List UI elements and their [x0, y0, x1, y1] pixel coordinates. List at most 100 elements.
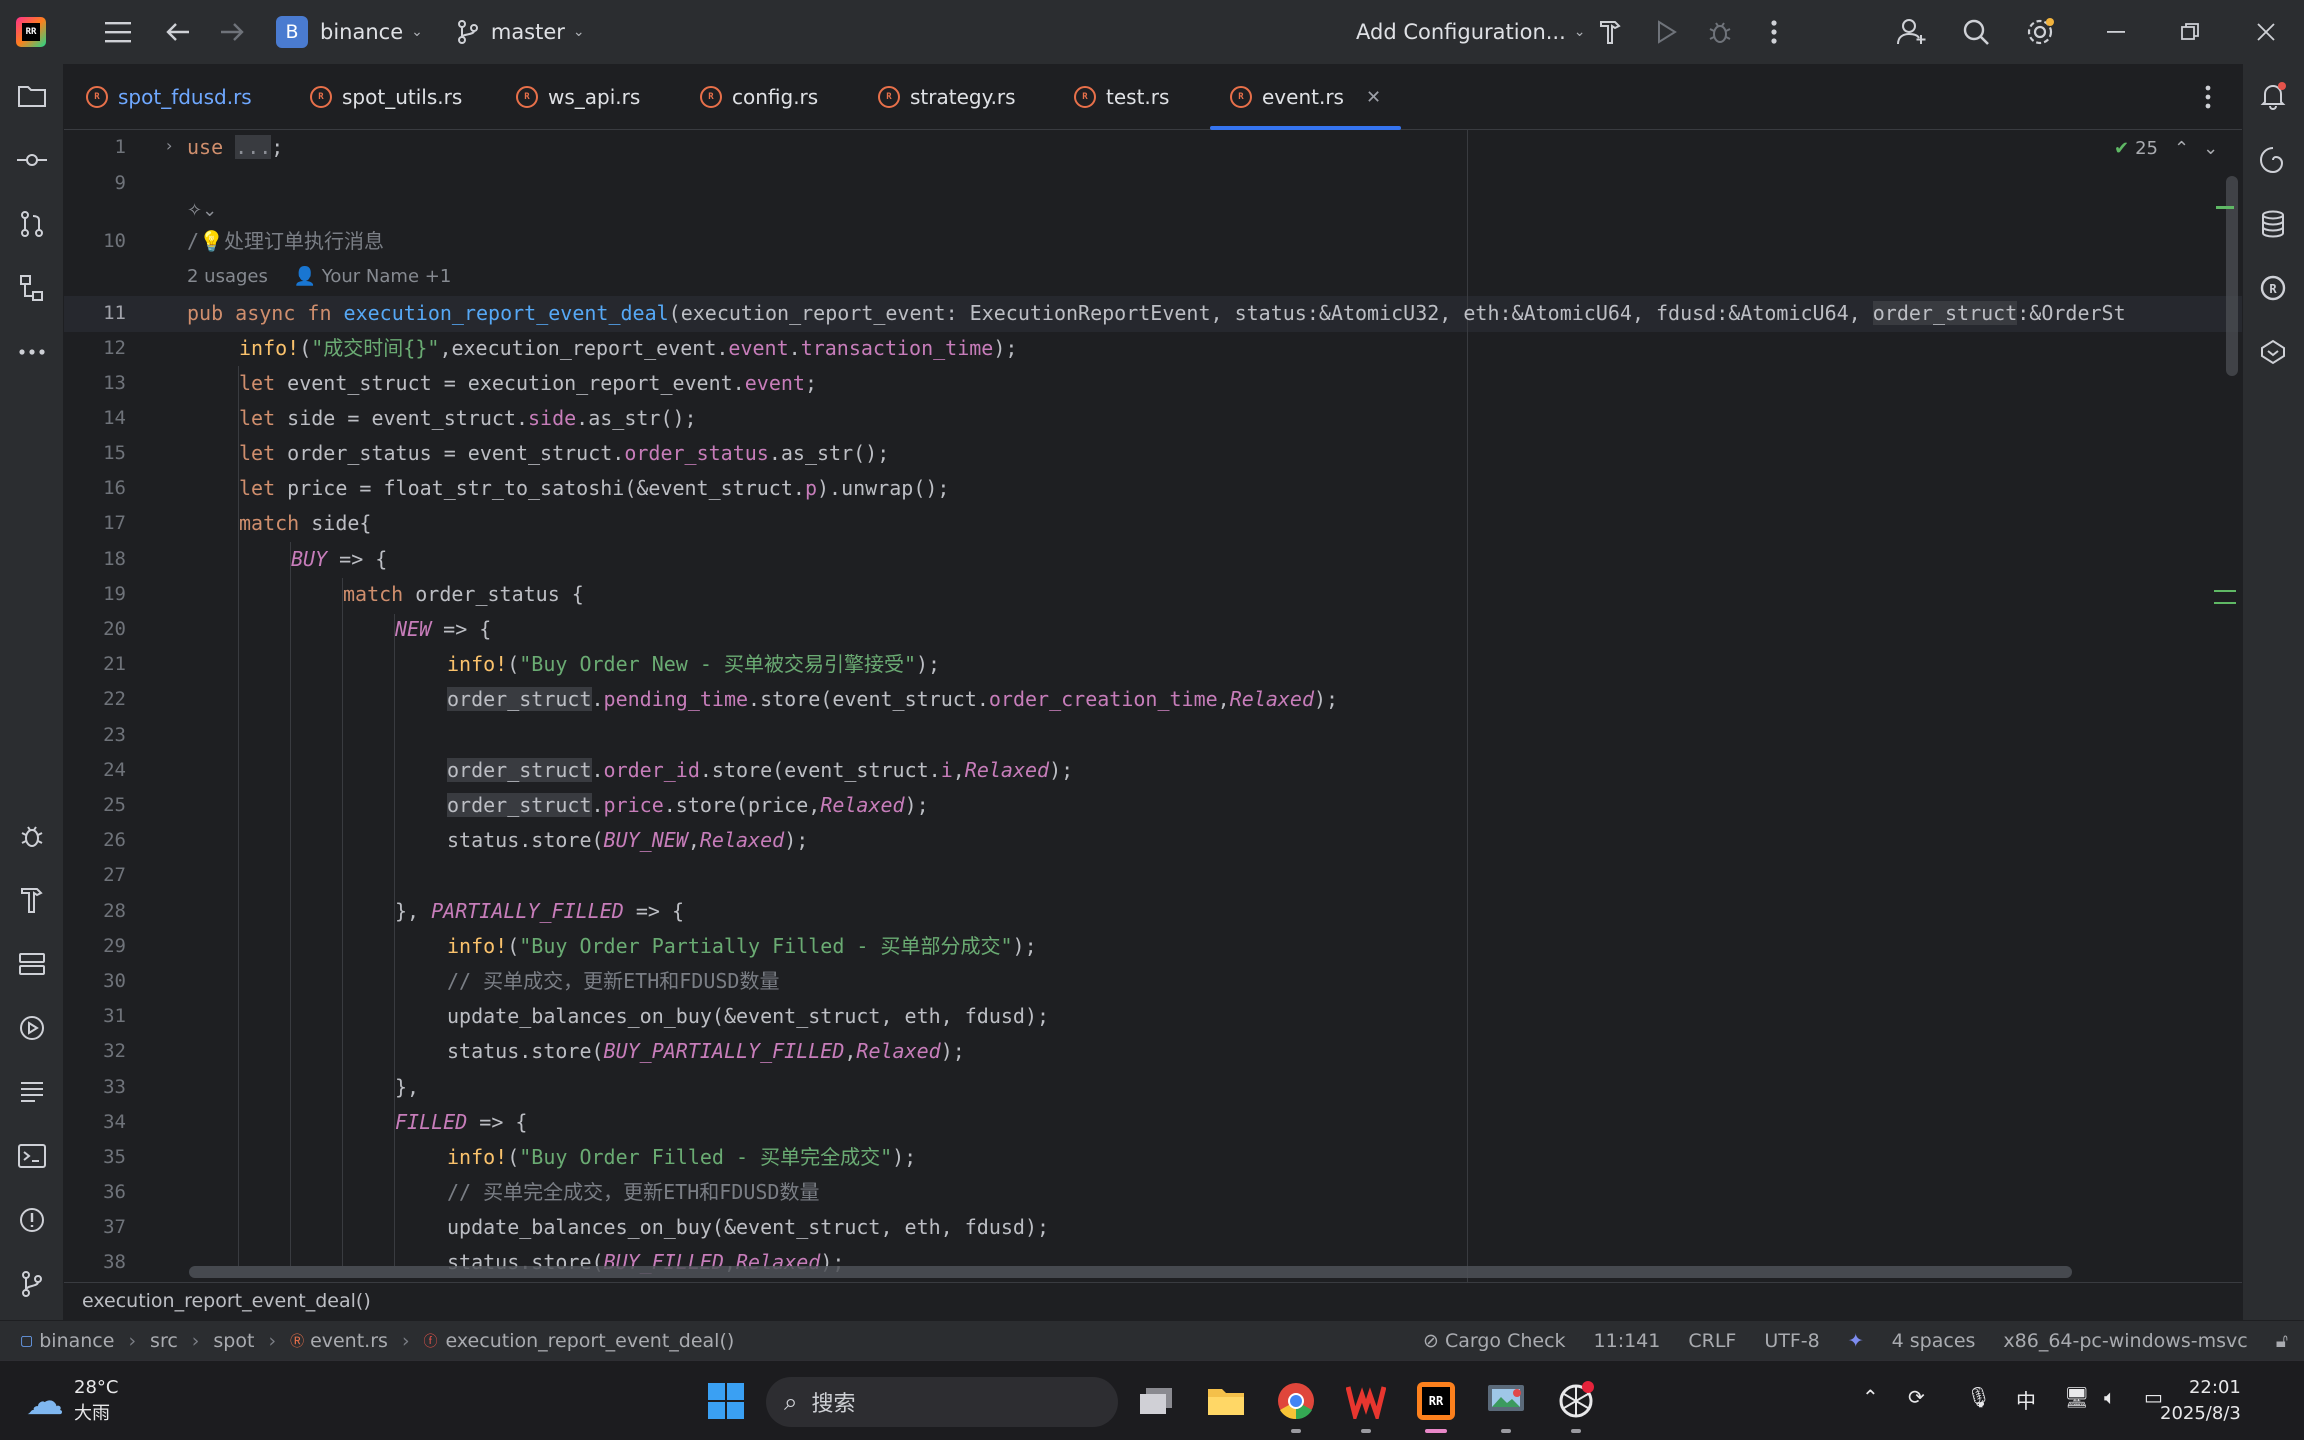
- system-clock[interactable]: 22:01 2025/8/3: [2160, 1375, 2241, 1427]
- wps-office-icon[interactable]: [1340, 1375, 1392, 1433]
- debug-tool-bug-icon[interactable]: [12, 816, 52, 856]
- line-separator[interactable]: CRLF: [1688, 1330, 1736, 1352]
- code-line-22: order_struct.pending_time.store(event_st…: [447, 687, 1339, 711]
- pull-requests-icon[interactable]: [12, 204, 52, 244]
- remote-desktop-icon[interactable]: [1480, 1375, 1532, 1433]
- settings-gear-icon[interactable]: [2018, 10, 2062, 54]
- close-window-icon[interactable]: [2244, 10, 2288, 54]
- cargo-check-widget[interactable]: ⊘ Cargo Check: [1423, 1330, 1565, 1352]
- todo-list-icon[interactable]: [12, 1072, 52, 1112]
- caret-position[interactable]: 11:141: [1594, 1330, 1661, 1352]
- folded-imports[interactable]: ...: [235, 135, 272, 159]
- editor-breadcrumb[interactable]: execution_report_event_deal(): [64, 1282, 2242, 1320]
- git-branch-icon: [457, 20, 478, 44]
- tab-config[interactable]: R config.rs: [700, 64, 818, 130]
- tab-strategy[interactable]: R strategy.rs: [878, 64, 1016, 130]
- back-arrow-icon[interactable]: [156, 10, 200, 54]
- previous-highlight-icon[interactable]: ⌃: [2174, 138, 2189, 159]
- tab-label: spot_utils.rs: [342, 85, 463, 109]
- project-folder-icon[interactable]: [12, 76, 52, 116]
- rustrover-app-icon[interactable]: RR: [1410, 1375, 1462, 1433]
- weather-widget[interactable]: ☁ 28°C 大雨: [26, 1375, 118, 1427]
- run-play-icon[interactable]: [1644, 10, 1688, 54]
- chrome-browser-icon[interactable]: [1270, 1375, 1322, 1433]
- cargo-rust-icon[interactable]: R: [2253, 268, 2293, 308]
- copilot-status-icon[interactable]: ✦: [1848, 1330, 1864, 1352]
- temperature: 28°C: [74, 1377, 119, 1398]
- sync-icon[interactable]: ⟳: [1908, 1385, 1925, 1409]
- function-icon: ⓕ: [423, 1333, 438, 1350]
- project-selector[interactable]: B binance ⌄: [276, 16, 423, 48]
- show-hidden-icons-chevron-icon[interactable]: ⌃: [1862, 1385, 1879, 1409]
- close-tab-icon[interactable]: ✕: [1366, 87, 1381, 108]
- task-view-icon[interactable]: [1130, 1375, 1182, 1427]
- version-control-icon[interactable]: [12, 1264, 52, 1304]
- file-explorer-icon[interactable]: [1200, 1375, 1252, 1427]
- services-icon[interactable]: [12, 944, 52, 984]
- next-highlight-icon[interactable]: ⌄: [2203, 138, 2218, 159]
- clock-date: 2025/8/3: [2160, 1403, 2241, 1424]
- project-name: binance: [320, 20, 404, 44]
- database-icon[interactable]: [2253, 204, 2293, 244]
- volume-icon[interactable]: 🔈︎: [2104, 1385, 2116, 1409]
- network-icon[interactable]: 🖥︎: [2064, 1385, 2089, 1409]
- toolchain-target[interactable]: x86_64-pc-windows-msvc: [2003, 1330, 2247, 1352]
- code-area[interactable]: use ...; ✧⌄ /💡处理订单执行消息 2 usages 👤 Your N…: [187, 130, 2242, 1290]
- main-menu-icon[interactable]: [96, 10, 140, 54]
- restore-window-icon[interactable]: [2168, 10, 2212, 54]
- ai-action-sparkle-icon[interactable]: ✧⌄: [187, 200, 217, 221]
- line-number: 34: [103, 1111, 126, 1133]
- add-user-icon[interactable]: [1890, 10, 1934, 54]
- crumb-src[interactable]: src: [150, 1330, 178, 1352]
- minimize-window-icon[interactable]: [2094, 10, 2138, 54]
- input-method[interactable]: 中: [2016, 1385, 2036, 1414]
- tab-test[interactable]: R test.rs: [1074, 64, 1169, 130]
- rust-file-icon: R: [1074, 86, 1096, 108]
- branch-selector[interactable]: master ⌄: [457, 20, 585, 44]
- search-everywhere-icon[interactable]: [1954, 10, 1998, 54]
- crumb-spot[interactable]: spot: [213, 1330, 254, 1352]
- openai-chat-icon[interactable]: [1550, 1375, 1602, 1433]
- line-number: 24: [103, 759, 126, 781]
- forward-arrow-icon[interactable]: [210, 10, 254, 54]
- readonly-lock-icon[interactable]: 🔓︎: [2276, 1330, 2288, 1352]
- horizontal-scrollbar[interactable]: [189, 1266, 2072, 1278]
- tab-event[interactable]: R event.rs ✕: [1209, 64, 1402, 130]
- code-editor[interactable]: 1 9 10 11 12 13 14 15 16 17 18 19 20 21 …: [64, 130, 2242, 1290]
- terminal-icon[interactable]: [12, 1136, 52, 1176]
- debug-bug-icon[interactable]: [1698, 10, 1742, 54]
- indent-setting[interactable]: 4 spaces: [1892, 1330, 1976, 1352]
- fold-expand-icon[interactable]: ›: [166, 136, 172, 155]
- ai-assistant-spiral-icon[interactable]: [2253, 140, 2293, 180]
- crumb-function[interactable]: execution_report_event_deal(): [446, 1330, 735, 1352]
- build-hammer-icon[interactable]: [1588, 10, 1632, 54]
- svg-text:RR: RR: [1429, 1394, 1444, 1408]
- rustrover-logo-icon[interactable]: RR: [16, 17, 46, 47]
- tab-ws-api[interactable]: R ws_api.rs: [516, 64, 640, 130]
- windows-taskbar: ☁ 28°C 大雨 ⌕ 搜索 RR ⌃ ⟳ 🎙︎ 中 🖥︎ 🔈︎ ▭ 22:01…: [0, 1360, 2304, 1440]
- inspections-widget[interactable]: ✔ 25 ⌃ ⌄: [2114, 138, 2218, 159]
- more-tools-icon[interactable]: [12, 332, 52, 372]
- run-tool-icon[interactable]: [12, 1008, 52, 1048]
- microphone-icon[interactable]: 🎙︎: [1966, 1385, 1991, 1409]
- tab-spot-utils[interactable]: R spot_utils.rs: [310, 64, 462, 130]
- problems-icon[interactable]: [12, 1200, 52, 1240]
- cargo-check-off-icon: ⊘: [1423, 1330, 1439, 1352]
- doc-comment-line: /💡处理订单执行消息: [187, 229, 384, 253]
- start-windows-icon[interactable]: [700, 1375, 752, 1427]
- more-vertical-icon[interactable]: [1752, 10, 1796, 54]
- crumb-file[interactable]: event.rs: [310, 1330, 388, 1352]
- code-line-34: FILLED => {: [395, 1110, 528, 1134]
- run-configuration-selector[interactable]: Add Configuration... ⌄: [1356, 20, 1586, 44]
- crumb-project[interactable]: binance: [39, 1330, 114, 1352]
- taskbar-search[interactable]: ⌕ 搜索: [766, 1377, 1118, 1427]
- copilot-icon[interactable]: [2253, 332, 2293, 372]
- tab-spot-fdusd[interactable]: R spot_fdusd.rs: [86, 64, 252, 130]
- build-tool-hammer-icon[interactable]: [12, 880, 52, 920]
- structure-icon[interactable]: [12, 268, 52, 308]
- notifications-bell-icon[interactable]: [2253, 76, 2293, 116]
- commit-icon[interactable]: [12, 140, 52, 180]
- file-encoding[interactable]: UTF-8: [1764, 1330, 1819, 1352]
- usages-hint[interactable]: 2 usages 👤 Your Name +1: [187, 266, 451, 287]
- tab-options-more-icon[interactable]: [2186, 75, 2230, 119]
